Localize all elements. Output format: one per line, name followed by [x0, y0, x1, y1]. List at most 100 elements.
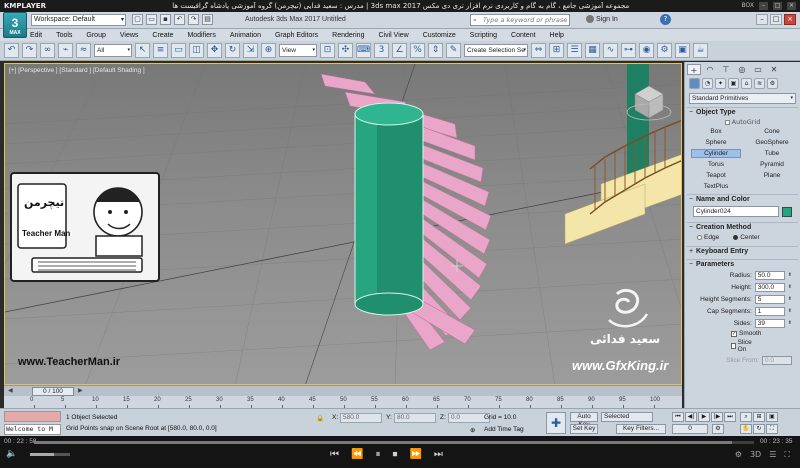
time-slider-thumb[interactable]: 0 / 100: [32, 387, 74, 396]
fullscreen-icon[interactable]: ⛶: [784, 450, 790, 460]
cameras-icon[interactable]: ▣: [728, 78, 739, 89]
maxscript-listener-top[interactable]: [4, 411, 61, 422]
object-name-field[interactable]: Cylinder024: [693, 206, 779, 217]
geosphere-button[interactable]: GeoSphere: [747, 138, 797, 147]
select-by-name-icon[interactable]: ≡: [153, 43, 168, 58]
hierarchy-tab-icon[interactable]: ⊤: [719, 64, 733, 75]
textplus-button[interactable]: TextPlus: [691, 182, 741, 191]
pan-icon[interactable]: ✋: [740, 424, 752, 434]
rendered-frame-icon[interactable]: ▣: [675, 43, 690, 58]
percent-snap-icon[interactable]: %: [410, 43, 425, 58]
pause-icon[interactable]: ⏸: [375, 449, 380, 460]
material-editor-icon[interactable]: ◉: [639, 43, 654, 58]
viewport-label[interactable]: [+] [Perspective ] [Standard ] [Default …: [9, 67, 145, 74]
add-time-tag[interactable]: Add Time Tag: [484, 426, 524, 433]
key-filters-button[interactable]: Key Filters...: [616, 424, 666, 434]
sphere-button[interactable]: Sphere: [691, 138, 741, 147]
next-frame-icon[interactable]: ▶: [78, 387, 83, 394]
undo-icon[interactable]: ↶: [174, 14, 185, 25]
prev-frame-icon[interactable]: ◀: [8, 387, 13, 394]
set-key-button[interactable]: Set Key: [570, 424, 598, 434]
selection-filter-dropdown[interactable]: All ▾: [94, 44, 132, 57]
tube-button[interactable]: Tube: [747, 149, 797, 158]
menu-graph-editors[interactable]: Graph Editors: [275, 32, 318, 39]
parameters-header[interactable]: − Parameters: [687, 259, 798, 269]
spinner-snap-icon[interactable]: ⇕: [428, 43, 443, 58]
track-bar[interactable]: 0 5 10 15 20 25 30 35 40 45 50 55 60 65 70 75 80 85 90 95 10…: [4, 396, 682, 408]
max-maximize-icon[interactable]: □: [770, 14, 782, 25]
y-coordinate-field[interactable]: 80.0: [394, 413, 436, 423]
maximize-viewport-icon[interactable]: ⛶: [766, 424, 778, 434]
project-folder-icon[interactable]: ▤: [202, 14, 213, 25]
menu-customize[interactable]: Customize: [423, 32, 456, 39]
create-tab-icon[interactable]: +: [687, 64, 701, 75]
maximize-icon[interactable]: □: [773, 2, 782, 10]
cone-button[interactable]: Cone: [747, 127, 797, 136]
mute-icon[interactable]: 🔈: [6, 449, 17, 459]
height-spinner[interactable]: 300.0: [754, 282, 785, 292]
torus-button[interactable]: Torus: [691, 160, 741, 169]
prev-key-icon[interactable]: ◀|: [685, 412, 697, 422]
set-key-big-icon[interactable]: ✚: [546, 412, 566, 434]
orbit-icon[interactable]: ↻: [753, 424, 765, 434]
help-icon[interactable]: ?: [660, 14, 671, 25]
height-segments-spinner[interactable]: 5: [754, 294, 785, 304]
menu-edit[interactable]: Edit: [30, 32, 42, 39]
previous-icon[interactable]: ⏮: [330, 449, 339, 460]
pivot-center-icon[interactable]: ⊡: [320, 43, 335, 58]
unlink-icon[interactable]: ⌁: [58, 43, 73, 58]
render-icon[interactable]: ☕: [693, 43, 708, 58]
open-file-icon[interactable]: ▭: [146, 14, 157, 25]
goto-end-icon[interactable]: ⏭: [724, 412, 736, 422]
zoom-icon[interactable]: ⌕: [740, 412, 752, 422]
zoom-extents-icon[interactable]: ▣: [766, 412, 778, 422]
stop-icon[interactable]: ⏹: [392, 449, 397, 460]
object-color-swatch[interactable]: [782, 206, 792, 217]
cap-segments-spinner[interactable]: 1: [754, 306, 785, 316]
toggle-ribbon-icon[interactable]: ▦: [585, 43, 600, 58]
forward-icon[interactable]: ⏩: [409, 449, 421, 460]
named-selection-set-dropdown[interactable]: Create Selection Se ▾: [464, 44, 528, 57]
snaps-toggle-icon[interactable]: 3: [374, 43, 389, 58]
window-crossing-icon[interactable]: ◫: [189, 43, 204, 58]
redo-icon[interactable]: ↷: [188, 14, 199, 25]
rect-selection-icon[interactable]: ▭: [171, 43, 186, 58]
play-icon[interactable]: ▶: [698, 412, 710, 422]
menu-civil-view[interactable]: Civil View: [378, 32, 408, 39]
undo-icon[interactable]: ↶: [4, 43, 19, 58]
save-icon[interactable]: ▪: [160, 14, 171, 25]
sides-spinner[interactable]: 39: [754, 318, 785, 328]
search-input[interactable]: ⌕ Type a keyword or phrase: [470, 14, 570, 26]
keyboard-entry-header[interactable]: + Keyboard Entry: [687, 246, 798, 256]
menu-create[interactable]: Create: [152, 32, 173, 39]
box-button[interactable]: Box: [691, 127, 741, 136]
curve-editor-icon[interactable]: ∿: [603, 43, 618, 58]
3d-icon[interactable]: 3D: [750, 450, 761, 460]
menu-views[interactable]: Views: [120, 32, 139, 39]
menu-group[interactable]: Group: [86, 32, 105, 39]
align-icon[interactable]: ⊞: [549, 43, 564, 58]
motion-tab-icon[interactable]: ◎: [735, 64, 749, 75]
bind-space-warp-icon[interactable]: ≈: [76, 43, 91, 58]
menu-scripting[interactable]: Scripting: [470, 32, 497, 39]
new-file-icon[interactable]: ▢: [132, 14, 143, 25]
menu-animation[interactable]: Animation: [230, 32, 261, 39]
close-icon[interactable]: ×: [787, 2, 796, 10]
max-app-button[interactable]: 3 MAX: [3, 12, 27, 38]
edge-radio[interactable]: Edge: [697, 234, 719, 241]
zoom-all-icon[interactable]: ⊞: [753, 412, 765, 422]
rewind-icon[interactable]: ⏪: [351, 449, 363, 460]
utilities-tab-icon[interactable]: ✕: [767, 64, 781, 75]
reference-coordinate-dropdown[interactable]: View ▾: [279, 44, 317, 57]
edit-named-selection-icon[interactable]: ✎: [446, 43, 461, 58]
slice-on-checkbox[interactable]: Slice On: [687, 338, 798, 354]
scale-icon[interactable]: ⇲: [243, 43, 258, 58]
key-mode-dropdown[interactable]: Selected: [601, 412, 653, 422]
menu-rendering[interactable]: Rendering: [332, 32, 364, 39]
rotate-icon[interactable]: ↻: [225, 43, 240, 58]
next-icon[interactable]: ⏭: [434, 449, 443, 460]
lights-icon[interactable]: ✦: [715, 78, 726, 89]
keyboard-shortcut-icon[interactable]: ⌨: [356, 43, 371, 58]
time-tag-icon[interactable]: ⊕: [470, 426, 475, 434]
manipulate-icon[interactable]: ✣: [338, 43, 353, 58]
